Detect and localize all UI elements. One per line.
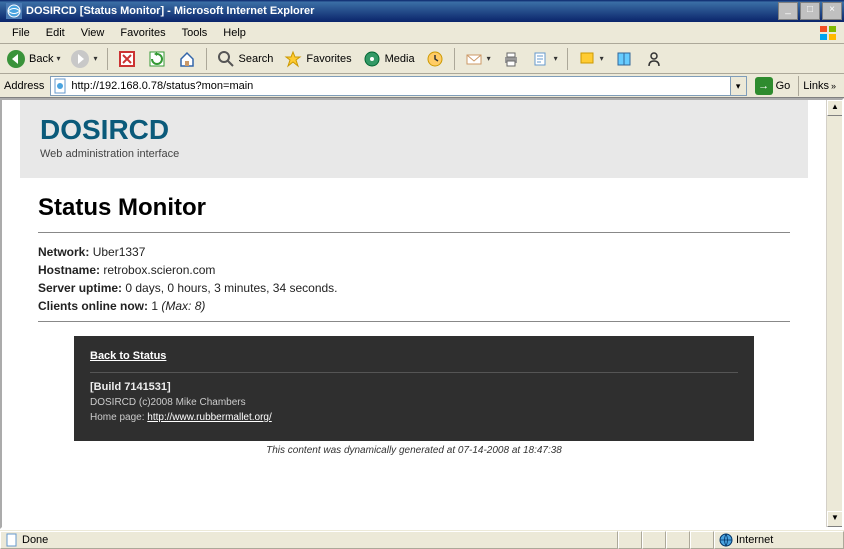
page-icon bbox=[53, 78, 69, 94]
address-label: Address bbox=[2, 80, 46, 92]
page-header: DOSIRCD Web administration interface bbox=[20, 100, 808, 178]
history-icon bbox=[425, 49, 445, 69]
windows-logo-icon bbox=[818, 24, 840, 42]
note-icon bbox=[577, 49, 597, 69]
page-icon bbox=[5, 533, 19, 547]
home-button[interactable] bbox=[173, 47, 201, 71]
window-close-button[interactable]: × bbox=[822, 2, 842, 20]
menu-file[interactable]: File bbox=[4, 25, 38, 41]
status-text: Done bbox=[22, 534, 48, 546]
window-minimize-button[interactable]: _ bbox=[778, 2, 798, 20]
search-button[interactable]: Search bbox=[212, 47, 278, 71]
edit-button[interactable]: ▾ bbox=[527, 47, 562, 71]
status-spacer bbox=[642, 531, 666, 549]
divider bbox=[38, 321, 790, 322]
zone-label: Internet bbox=[736, 534, 773, 546]
dropdown-arrow-icon: ▾ bbox=[56, 54, 60, 63]
menu-edit[interactable]: Edit bbox=[38, 25, 73, 41]
window-title: DOSIRCD [Status Monitor] - Microsoft Int… bbox=[26, 5, 778, 17]
menu-bar: File Edit View Favorites Tools Help bbox=[0, 22, 844, 44]
status-bar: Done Internet bbox=[0, 529, 844, 549]
toolbar-separator bbox=[107, 48, 108, 70]
discuss-button[interactable]: ▾ bbox=[573, 47, 608, 71]
ie-app-icon bbox=[6, 3, 22, 19]
home-icon bbox=[177, 49, 197, 69]
back-arrow-icon bbox=[6, 49, 26, 69]
status-spacer bbox=[618, 531, 642, 549]
research-button[interactable] bbox=[610, 47, 638, 71]
scroll-down-button[interactable]: ▼ bbox=[827, 511, 843, 527]
menu-view[interactable]: View bbox=[73, 25, 113, 41]
back-button[interactable]: Back ▾ bbox=[2, 47, 64, 71]
window-maximize-button[interactable]: □ bbox=[800, 2, 820, 20]
forward-arrow-icon bbox=[70, 49, 90, 69]
media-button[interactable]: Media bbox=[358, 47, 419, 71]
copyright-text: DOSIRCD (c)2008 Mike Chambers bbox=[90, 397, 738, 408]
mail-icon bbox=[464, 49, 484, 69]
address-bar: Address ▾ → Go Links » bbox=[0, 74, 844, 98]
dropdown-arrow-icon: ▾ bbox=[600, 54, 604, 63]
generated-note: This content was dynamically generated a… bbox=[38, 445, 790, 456]
print-icon bbox=[501, 49, 521, 69]
page-heading: Status Monitor bbox=[38, 194, 790, 222]
refresh-icon bbox=[147, 49, 167, 69]
page-footer: Back to Status [Build 7141531] DOSIRCD (… bbox=[74, 336, 754, 441]
hostname-line: Hostname: retrobox.scieron.com bbox=[38, 263, 790, 277]
menu-tools[interactable]: Tools bbox=[174, 25, 216, 41]
star-icon bbox=[283, 49, 303, 69]
status-main-pane: Done bbox=[0, 531, 618, 549]
homepage-link[interactable]: http://www.rubbermallet.org/ bbox=[147, 412, 272, 423]
refresh-button[interactable] bbox=[143, 47, 171, 71]
brand-subtitle: Web administration interface bbox=[40, 148, 788, 160]
vertical-scrollbar[interactable]: ▲ ▼ bbox=[826, 100, 842, 527]
history-button[interactable] bbox=[421, 47, 449, 71]
scroll-up-button[interactable]: ▲ bbox=[827, 100, 843, 116]
page-content: DOSIRCD Web administration interface Sta… bbox=[2, 100, 826, 527]
menu-favorites[interactable]: Favorites bbox=[112, 25, 173, 41]
clients-line: Clients online now: 1 (Max: 8) bbox=[38, 299, 790, 313]
brand-title: DOSIRCD bbox=[40, 114, 788, 146]
dropdown-arrow-icon: ▾ bbox=[554, 54, 558, 63]
messenger-button[interactable] bbox=[640, 47, 668, 71]
homepage-line: Home page: http://www.rubbermallet.org/ bbox=[90, 412, 738, 423]
internet-zone-icon bbox=[719, 533, 733, 547]
address-dropdown-icon[interactable]: ▾ bbox=[730, 77, 746, 95]
print-button[interactable] bbox=[497, 47, 525, 71]
search-icon bbox=[216, 49, 236, 69]
status-spacer bbox=[690, 531, 714, 549]
stop-icon bbox=[117, 49, 137, 69]
security-zone-pane: Internet bbox=[714, 531, 844, 549]
menu-help[interactable]: Help bbox=[215, 25, 254, 41]
window-titlebar: DOSIRCD [Status Monitor] - Microsoft Int… bbox=[0, 0, 844, 22]
browser-viewport: DOSIRCD Web administration interface Sta… bbox=[0, 98, 844, 529]
toolbar-separator bbox=[454, 48, 455, 70]
navigation-toolbar: Back ▾ ▾ Search Favorites Media ▾ ▾ bbox=[0, 44, 844, 74]
book-icon bbox=[614, 49, 634, 69]
footer-divider bbox=[90, 372, 738, 373]
toolbar-separator bbox=[206, 48, 207, 70]
links-panel[interactable]: Links » bbox=[798, 76, 840, 96]
go-button[interactable]: → Go bbox=[751, 77, 795, 95]
network-line: Network: Uber1337 bbox=[38, 245, 790, 259]
status-spacer bbox=[666, 531, 690, 549]
address-input[interactable] bbox=[71, 78, 729, 94]
build-label: [Build 7141531] bbox=[90, 381, 738, 393]
uptime-line: Server uptime: 0 days, 0 hours, 3 minute… bbox=[38, 281, 790, 295]
divider bbox=[38, 232, 790, 233]
chevron-right-icon: » bbox=[831, 81, 836, 91]
dropdown-arrow-icon: ▾ bbox=[487, 54, 491, 63]
person-icon bbox=[644, 49, 664, 69]
address-input-wrapper[interactable]: ▾ bbox=[50, 76, 746, 96]
edit-icon bbox=[531, 49, 551, 69]
forward-button[interactable]: ▾ bbox=[66, 47, 101, 71]
mail-button[interactable]: ▾ bbox=[460, 47, 495, 71]
favorites-button[interactable]: Favorites bbox=[279, 47, 355, 71]
go-arrow-icon: → bbox=[755, 77, 773, 95]
back-to-status-link[interactable]: Back to Status bbox=[90, 350, 166, 362]
media-icon bbox=[362, 49, 382, 69]
dropdown-arrow-icon: ▾ bbox=[93, 54, 97, 63]
stop-button[interactable] bbox=[113, 47, 141, 71]
toolbar-separator bbox=[567, 48, 568, 70]
